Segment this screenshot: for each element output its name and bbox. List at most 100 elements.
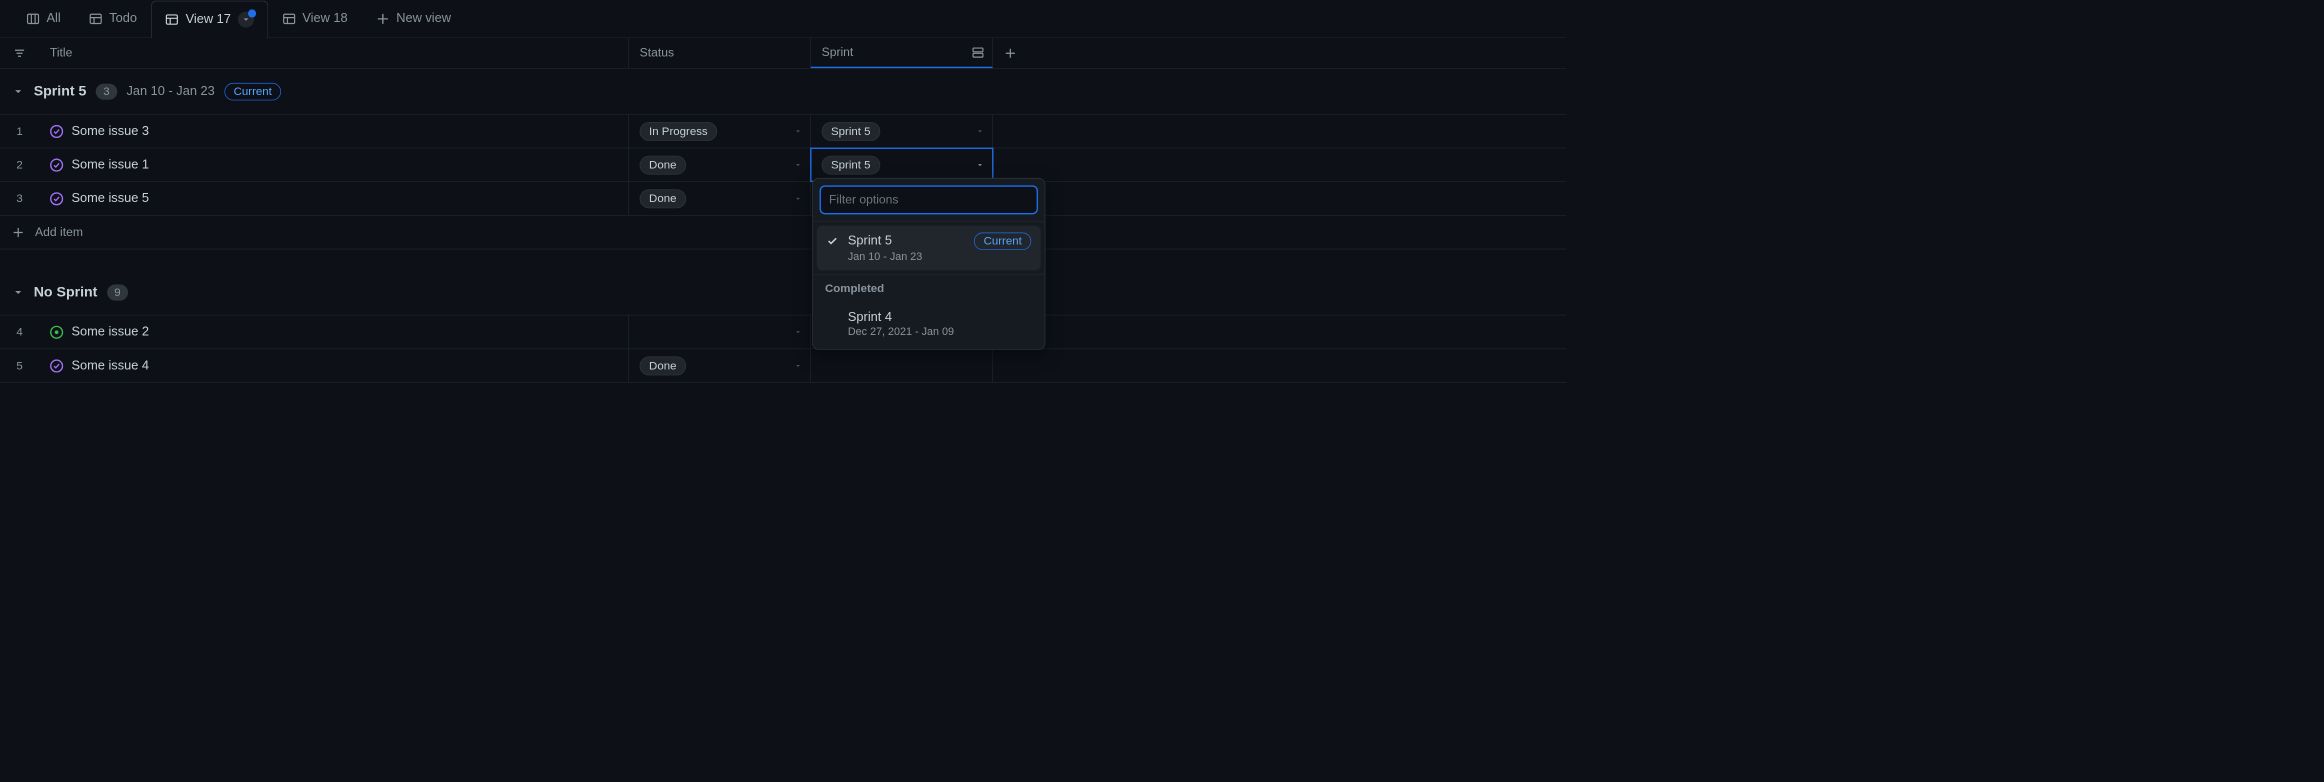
unsaved-indicator-icon — [248, 9, 256, 17]
table-row[interactable]: 5 Some issue 4 Done — [0, 349, 1566, 383]
sprint-chip: Sprint 5 — [822, 122, 880, 141]
caret-down-icon — [794, 328, 802, 336]
column-label: Title — [50, 46, 72, 60]
new-view-label: New view — [396, 11, 451, 26]
status-cell[interactable]: Done — [629, 349, 811, 382]
issue-closed-icon — [50, 124, 63, 137]
option-subtitle: Jan 10 - Jan 23 — [848, 251, 1031, 263]
caret-down-icon — [794, 362, 802, 370]
sprint-chip: Sprint 5 — [822, 155, 880, 174]
tab-label: All — [47, 11, 61, 26]
row-title-cell[interactable]: Some issue 4 — [39, 349, 629, 382]
add-item-label: Add item — [35, 225, 83, 239]
issue-closed-icon — [50, 158, 63, 171]
row-title-cell[interactable]: Some issue 2 — [39, 315, 629, 348]
row-title-cell[interactable]: Some issue 3 — [39, 115, 629, 148]
tab-view-17[interactable]: View 17 — [151, 0, 268, 38]
filter-icon — [13, 47, 25, 59]
current-badge: Current — [224, 83, 281, 101]
sprint-cell[interactable] — [811, 349, 993, 382]
tab-label: View 17 — [186, 12, 231, 27]
row-number: 2 — [0, 148, 39, 181]
plus-icon — [12, 226, 24, 238]
plus-icon — [1004, 47, 1016, 59]
board-icon — [26, 12, 39, 25]
row-title-cell[interactable]: Some issue 1 — [39, 148, 629, 181]
option-title: Sprint 4 — [848, 310, 1031, 325]
column-header-sprint[interactable]: Sprint — [811, 38, 993, 68]
sprint-dropdown: Sprint 5 Current Jan 10 - Jan 23 Complet… — [812, 178, 1045, 350]
rows-icon — [972, 46, 984, 58]
table-row[interactable]: 4 Some issue 2 — [0, 315, 1566, 349]
tab-view-18[interactable]: View 18 — [268, 0, 362, 37]
table-row[interactable]: 3 Some issue 5 Done — [0, 182, 1566, 216]
plus-icon — [376, 12, 389, 25]
group-header-sprint-5[interactable]: Sprint 5 3 Jan 10 - Jan 23 Current — [0, 69, 1566, 115]
dropdown-option-sprint-5[interactable]: Sprint 5 Current Jan 10 - Jan 23 — [817, 226, 1041, 270]
column-header-title[interactable]: Title — [39, 38, 629, 68]
dropdown-section-label: Completed — [813, 275, 1045, 299]
issue-title: Some issue 5 — [71, 191, 149, 206]
table-icon — [89, 12, 102, 25]
tab-label: Todo — [109, 11, 137, 26]
column-headers: Title Status Sprint — [0, 38, 1566, 69]
group-count-badge: 3 — [96, 83, 117, 99]
add-item-row[interactable]: Add item — [0, 216, 1566, 250]
issue-title: Some issue 1 — [71, 157, 149, 172]
caret-down-icon — [976, 127, 984, 135]
group-title: No Sprint — [34, 284, 98, 300]
issue-closed-icon — [50, 359, 63, 372]
group-gap — [0, 249, 1566, 269]
issue-title: Some issue 4 — [71, 358, 149, 373]
status-cell[interactable] — [629, 315, 811, 348]
tab-menu-button[interactable] — [238, 11, 254, 27]
caret-down-icon — [794, 127, 802, 135]
issue-title: Some issue 2 — [71, 325, 149, 340]
group-date-range: Jan 10 - Jan 23 — [126, 84, 214, 99]
divider — [813, 221, 1045, 222]
table-icon — [282, 12, 295, 25]
current-badge: Current — [974, 233, 1031, 251]
check-icon — [826, 235, 839, 249]
row-number: 3 — [0, 182, 39, 215]
group-title: Sprint 5 — [34, 83, 87, 99]
status-cell[interactable]: Done — [629, 148, 811, 181]
row-number: 4 — [0, 315, 39, 348]
row-title-cell[interactable]: Some issue 5 — [39, 182, 629, 215]
sprint-cell-active[interactable]: Sprint 5 — [811, 148, 993, 181]
status-chip: In Progress — [640, 122, 717, 141]
filter-options-input[interactable] — [820, 185, 1038, 214]
column-header-status[interactable]: Status — [629, 38, 811, 68]
caret-down-icon — [976, 161, 984, 169]
status-chip: Done — [640, 155, 686, 174]
issue-open-icon — [50, 325, 63, 338]
status-chip: Done — [640, 189, 686, 208]
column-label: Sprint — [822, 45, 854, 59]
add-column-button[interactable] — [993, 38, 1028, 68]
issue-closed-icon — [50, 192, 63, 205]
filter-button[interactable] — [0, 38, 39, 68]
tab-all[interactable]: All — [12, 0, 75, 37]
chevron-down-icon — [12, 85, 24, 97]
caret-down-icon — [794, 161, 802, 169]
status-cell[interactable]: Done — [629, 182, 811, 215]
caret-down-icon — [794, 194, 802, 202]
column-label: Status — [640, 46, 674, 60]
table-row[interactable]: 2 Some issue 1 Done Sprint 5 — [0, 148, 1566, 182]
view-tabs: All Todo View 17 View 18 New view — [0, 0, 1566, 38]
chevron-down-icon — [12, 286, 24, 298]
issue-title: Some issue 3 — [71, 124, 149, 139]
tab-label: View 18 — [302, 11, 347, 26]
group-header-no-sprint[interactable]: No Sprint 9 — [0, 270, 1566, 316]
row-number: 5 — [0, 349, 39, 382]
sprint-cell[interactable]: Sprint 5 — [811, 115, 993, 148]
option-title: Sprint 5 — [848, 234, 892, 249]
row-number: 1 — [0, 115, 39, 148]
option-subtitle: Dec 27, 2021 - Jan 09 — [848, 326, 1031, 338]
group-count-badge: 9 — [107, 284, 128, 300]
dropdown-option-sprint-4[interactable]: Sprint 4 Dec 27, 2021 - Jan 09 — [817, 303, 1041, 345]
new-view-button[interactable]: New view — [362, 0, 465, 37]
status-cell[interactable]: In Progress — [629, 115, 811, 148]
tab-todo[interactable]: Todo — [75, 0, 151, 37]
table-row[interactable]: 1 Some issue 3 In Progress Sprint 5 — [0, 115, 1566, 149]
